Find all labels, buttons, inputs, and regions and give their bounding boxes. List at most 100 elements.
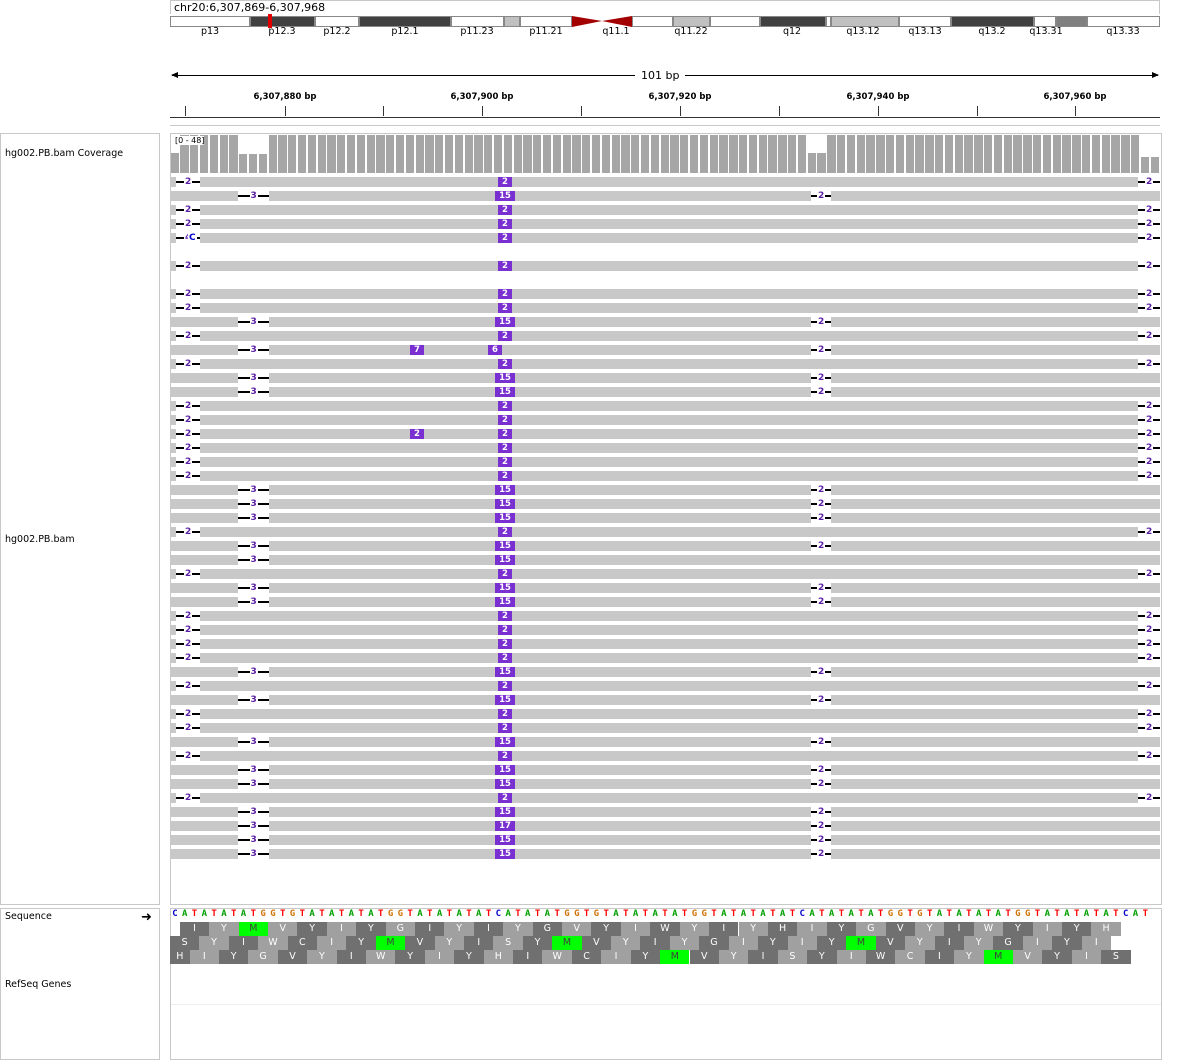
insertion-marker[interactable]: 2	[498, 219, 512, 229]
insertion-marker[interactable]: 2	[498, 751, 512, 761]
insertion-marker[interactable]: 15	[495, 807, 515, 817]
read-alignment[interactable]: 2 2 2	[170, 471, 1160, 481]
read-alignment[interactable]: 3 2 15	[170, 835, 1160, 845]
coverage-track[interactable]	[170, 133, 1160, 173]
insertion-marker[interactable]: 2	[498, 205, 512, 215]
insertion-marker[interactable]: 7	[410, 345, 424, 355]
read-alignment[interactable]: 2 2 2	[170, 611, 1160, 621]
read-alignment[interactable]: 2 2 2	[170, 303, 1160, 313]
read-alignment[interactable]: 2 2 2	[170, 219, 1160, 229]
read-alignment[interactable]: 3 2 15	[170, 765, 1160, 775]
insertion-marker[interactable]: 2	[498, 415, 512, 425]
read-alignment[interactable]: 2 2 2	[170, 415, 1160, 425]
read-alignment[interactable]: 2 2 2	[170, 401, 1160, 411]
ideogram-band[interactable]	[504, 16, 520, 27]
coverage-track-name[interactable]: hg002.PB.bam Coverage	[5, 148, 123, 159]
read-alignment[interactable]: 3 2 15	[170, 667, 1160, 677]
read-alignment[interactable]: 3 2 15	[170, 541, 1160, 551]
read-alignment[interactable]: 2 2 2	[170, 331, 1160, 341]
insertion-marker[interactable]: 15	[495, 583, 515, 593]
read-alignment[interactable]: 2 2 2	[170, 289, 1160, 299]
insertion-marker[interactable]: 15	[495, 779, 515, 789]
read-alignment[interactable]: 2 2 2	[170, 625, 1160, 635]
read-alignment[interactable]: 3 2 15	[170, 597, 1160, 607]
insertion-marker[interactable]: 2	[498, 359, 512, 369]
insertion-marker[interactable]: 2	[498, 471, 512, 481]
insertion-marker[interactable]: 2	[498, 611, 512, 621]
read-alignment[interactable]: 2 2 2	[170, 569, 1160, 579]
read-alignment[interactable]: 2 2 2	[170, 709, 1160, 719]
read-alignment[interactable]: 2 2 2	[170, 359, 1160, 369]
insertion-marker[interactable]: 2	[498, 653, 512, 663]
read-alignment[interactable]: 4C22	[170, 233, 1160, 243]
read-alignment[interactable]: 3 2 15	[170, 695, 1160, 705]
read-alignment[interactable]: 2 2 2	[170, 723, 1160, 733]
insertion-marker[interactable]: 2	[498, 289, 512, 299]
read-alignment[interactable]: 2 2 2 2	[170, 429, 1160, 439]
insertion-marker[interactable]: 15	[495, 849, 515, 859]
read-alignment[interactable]: 2 2 2	[170, 653, 1160, 663]
insertion-marker[interactable]: 2	[498, 429, 512, 439]
read-alignment[interactable]: 2 2 2	[170, 261, 1160, 271]
strand-arrow-icon[interactable]: ➜	[141, 910, 152, 925]
insertion-marker[interactable]: 2	[498, 303, 512, 313]
insertion-marker[interactable]: 2	[498, 709, 512, 719]
insertion-marker[interactable]: 2	[498, 261, 512, 271]
read-alignment[interactable]: 3 2 17	[170, 821, 1160, 831]
read-alignment[interactable]: 3 2 15	[170, 513, 1160, 523]
read-alignment[interactable]: 3 2 7 6	[170, 345, 1160, 355]
insertion-marker[interactable]: 2	[498, 527, 512, 537]
insertion-marker[interactable]: 2	[498, 233, 512, 243]
read-alignment[interactable]: 3 2 15	[170, 737, 1160, 747]
insertion-marker[interactable]: 2	[498, 177, 512, 187]
read-alignment[interactable]: 3 2 15	[170, 373, 1160, 383]
insertion-marker[interactable]: 15	[495, 765, 515, 775]
insertion-marker[interactable]: 15	[495, 555, 515, 565]
insertion-marker[interactable]: 15	[495, 541, 515, 551]
insertion-marker[interactable]: 15	[495, 835, 515, 845]
read-alignment[interactable]: 3 2 15	[170, 583, 1160, 593]
sequence-track-name[interactable]: Sequence	[5, 911, 52, 922]
read-alignment[interactable]: 3 2 15	[170, 387, 1160, 397]
ideogram-bands[interactable]	[170, 16, 1160, 27]
read-alignment[interactable]: 3 15	[170, 555, 1160, 565]
insertion-marker[interactable]: 15	[495, 737, 515, 747]
read-alignment[interactable]: 3 2 15	[170, 485, 1160, 495]
insertion-marker[interactable]: 15	[495, 317, 515, 327]
insertion-marker[interactable]: 17	[495, 821, 515, 831]
read-alignment[interactable]: 3 2 15	[170, 317, 1160, 327]
read-alignment[interactable]: 2 2 2	[170, 443, 1160, 453]
insertion-marker[interactable]: 15	[495, 191, 515, 201]
insertion-marker[interactable]: 15	[495, 667, 515, 677]
read-alignment[interactable]: 3 2 15	[170, 849, 1160, 859]
refseq-track-name[interactable]: RefSeq Genes	[5, 979, 71, 990]
read-alignment[interactable]: 3 2 15	[170, 807, 1160, 817]
insertion-marker[interactable]: 2	[498, 639, 512, 649]
read-alignment[interactable]: 2 2 2	[170, 177, 1160, 187]
read-alignment[interactable]: 2 2 2	[170, 793, 1160, 803]
refseq-track-area[interactable]	[171, 966, 1161, 1005]
insertion-marker[interactable]: 15	[495, 597, 515, 607]
read-alignment[interactable]: 3 2 15	[170, 779, 1160, 789]
ideogram-band[interactable]	[710, 16, 760, 27]
insertion-marker[interactable]: 2	[498, 681, 512, 691]
insertion-marker[interactable]: 2	[498, 457, 512, 467]
insertion-marker[interactable]: 2	[498, 723, 512, 733]
read-alignment[interactable]: 2 2 2	[170, 457, 1160, 467]
insertion-marker[interactable]: 15	[495, 695, 515, 705]
insertion-marker[interactable]: 2	[498, 401, 512, 411]
ideogram-band[interactable]	[632, 16, 673, 27]
insertion-marker[interactable]: 2	[498, 443, 512, 453]
read-alignment[interactable]: 2 2 2	[170, 639, 1160, 649]
insertion-marker[interactable]: 2	[498, 793, 512, 803]
insertion-marker[interactable]: 15	[495, 373, 515, 383]
alignment-track-name[interactable]: hg002.PB.bam	[5, 534, 75, 545]
insertion-marker[interactable]: 6	[488, 345, 502, 355]
insertion-marker[interactable]: 15	[495, 513, 515, 523]
read-alignment[interactable]: 2 2 2	[170, 751, 1160, 761]
insertion-marker[interactable]: 15	[495, 499, 515, 509]
read-alignment[interactable]: 2 2 2	[170, 527, 1160, 537]
read-alignment[interactable]: 3 2 15	[170, 499, 1160, 509]
read-alignment[interactable]: 3 2 15	[170, 191, 1160, 201]
insertion-marker[interactable]: 2	[498, 625, 512, 635]
